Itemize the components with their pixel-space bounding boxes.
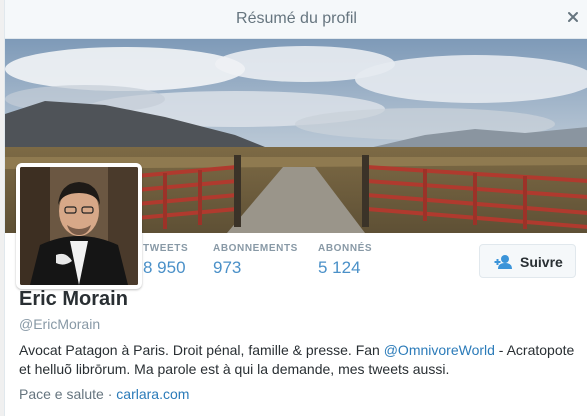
add-user-icon: [494, 254, 514, 273]
stat-tweets[interactable]: TWEETS 8 950: [143, 243, 188, 278]
stat-value: 5 124: [318, 258, 361, 277]
profile-summary-modal: Résumé du profil TWEETS 8 950 ABONNEMENT…: [4, 0, 587, 416]
stat-following[interactable]: ABONNEMENTS 973: [213, 243, 298, 278]
stat-label: ABONNÉS: [318, 243, 373, 254]
modal-header: Résumé du profil: [5, 0, 587, 39]
stat-followers[interactable]: ABONNÉS 5 124: [318, 243, 372, 278]
avatar[interactable]: [16, 163, 142, 289]
bio-mention-link[interactable]: @OmnivoreWorld: [384, 342, 495, 358]
profile-location: Pace e salute: [19, 386, 104, 402]
follow-button[interactable]: Suivre: [479, 244, 576, 278]
profile-handle[interactable]: @EricMorain: [19, 316, 100, 332]
meta-separator: ·: [103, 386, 117, 402]
stat-label: ABONNEMENTS: [213, 243, 298, 254]
follow-button-label: Suivre: [520, 254, 563, 270]
stat-value: 973: [213, 258, 242, 277]
close-icon[interactable]: [564, 8, 582, 26]
modal-title: Résumé du profil: [236, 10, 357, 27]
bio-text: Avocat Patagon à Paris. Droit pénal, fam…: [19, 342, 384, 358]
profile-bio: Avocat Patagon à Paris. Droit pénal, fam…: [19, 341, 579, 379]
profile-name[interactable]: Eric Morain: [19, 288, 128, 311]
profile-meta: Pace e salute · carlara.com: [19, 386, 189, 402]
stat-value: 8 950: [143, 258, 186, 277]
stat-label: TWEETS: [143, 243, 189, 254]
profile-website-link[interactable]: carlara.com: [116, 386, 189, 402]
